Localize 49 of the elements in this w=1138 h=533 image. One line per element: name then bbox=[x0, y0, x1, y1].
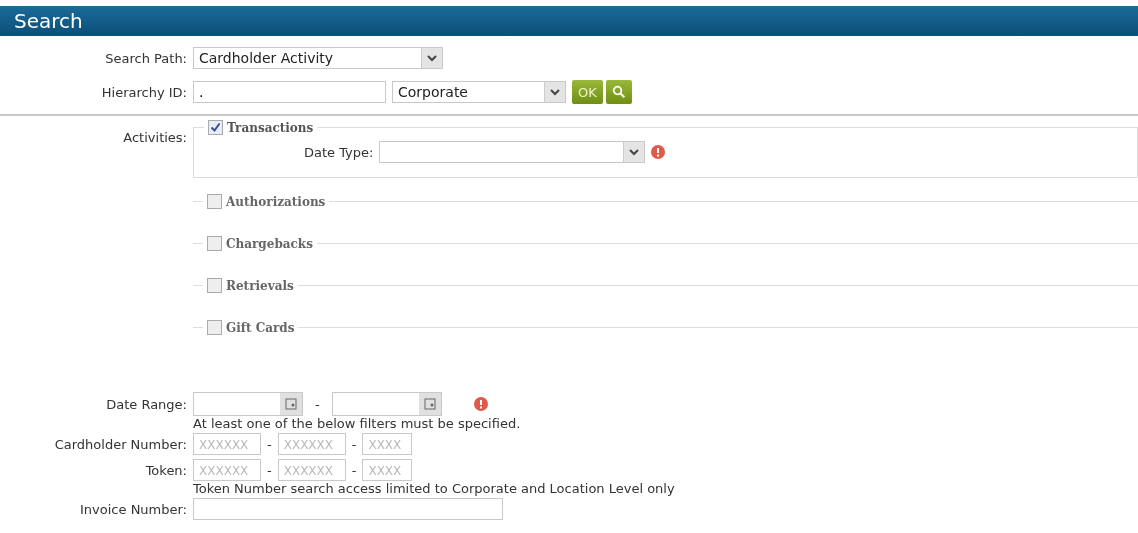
number-separator: - bbox=[350, 462, 358, 478]
calendar-button[interactable] bbox=[418, 393, 441, 415]
field-label: Date Type: bbox=[304, 144, 374, 160]
field-label: Invoice Number: bbox=[79, 501, 187, 517]
activity-checkbox[interactable] bbox=[207, 278, 222, 293]
level-select[interactable]: Corporate bbox=[392, 81, 566, 103]
end-date-field[interactable] bbox=[331, 392, 442, 416]
filters-note: At least one of the below filters must be specified. bbox=[193, 416, 522, 431]
activity-checkbox[interactable] bbox=[207, 320, 222, 335]
activity-label: Chargebacks bbox=[226, 236, 313, 251]
page-title: Search bbox=[14, 9, 83, 33]
field-label: Cardholder Number: bbox=[53, 436, 187, 452]
field-label: Hierarchy ID: bbox=[100, 84, 187, 100]
number-part-field[interactable]: XXXX bbox=[362, 459, 413, 481]
field-label: Search Path: bbox=[104, 50, 187, 66]
number-part-field[interactable]: XXXXXX bbox=[193, 433, 261, 455]
activity-checkbox[interactable] bbox=[207, 194, 222, 209]
search-button[interactable] bbox=[605, 80, 632, 104]
calendar-button[interactable] bbox=[280, 393, 302, 415]
activity-label: Gift Cards bbox=[226, 320, 295, 335]
calendar-icon bbox=[423, 398, 436, 410]
caret-icon bbox=[623, 142, 645, 162]
field-label: Token: bbox=[144, 462, 187, 478]
date-type-select[interactable] bbox=[379, 141, 646, 163]
range-separator: - bbox=[314, 396, 321, 412]
start-date-field[interactable] bbox=[193, 392, 303, 416]
activity-label: Retrievals bbox=[226, 278, 294, 293]
activity-label: Authorizations bbox=[226, 194, 326, 209]
activity-checkbox[interactable] bbox=[207, 236, 222, 251]
activity-checkbox[interactable] bbox=[208, 120, 223, 135]
calendar-icon bbox=[285, 398, 297, 410]
invoice-number-field[interactable] bbox=[193, 498, 503, 520]
number-part-field[interactable]: XXXXXX bbox=[277, 433, 346, 455]
number-separator: - bbox=[266, 462, 273, 478]
number-part-field[interactable]: XXXX bbox=[362, 433, 413, 455]
hierarchy-id-field[interactable]: . bbox=[193, 81, 386, 103]
field-label: Activities: bbox=[122, 130, 187, 145]
token-note: Token Number search access limited to Corporate and Location Level only bbox=[193, 481, 676, 496]
number-part-field[interactable]: XXXXXX bbox=[193, 459, 261, 481]
activity-label: Transactions bbox=[227, 120, 314, 135]
field-label: Date Range: bbox=[105, 396, 187, 412]
checkmark-icon bbox=[210, 122, 221, 133]
number-separator: - bbox=[350, 436, 358, 452]
number-separator: - bbox=[266, 436, 273, 452]
search-icon bbox=[611, 85, 626, 99]
number-part-field[interactable]: XXXXXX bbox=[277, 459, 346, 481]
search-path-select[interactable]: Cardholder Activity bbox=[193, 47, 443, 69]
caret-icon bbox=[421, 48, 442, 68]
caret-icon bbox=[544, 82, 565, 102]
